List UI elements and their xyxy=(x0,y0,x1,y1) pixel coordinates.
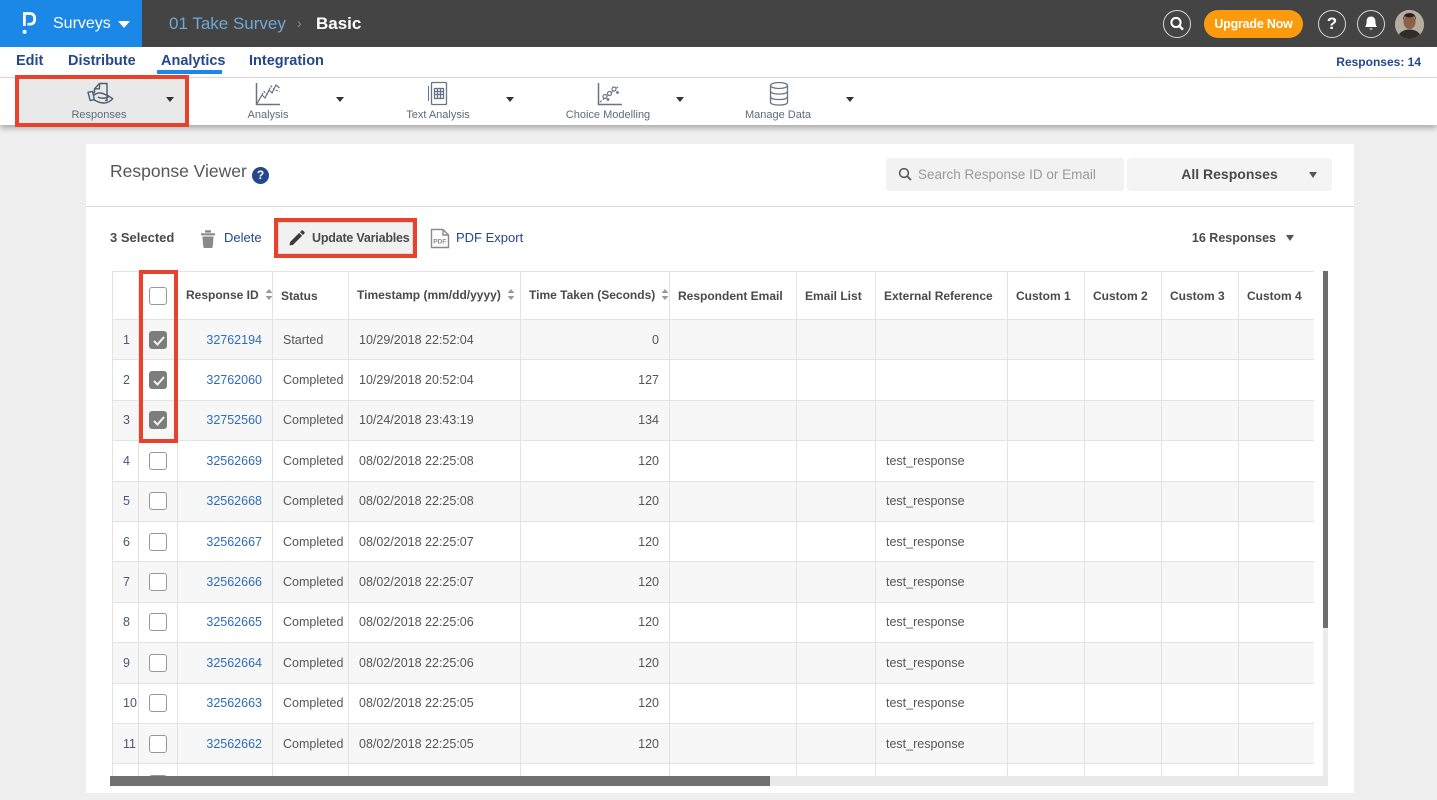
svg-text:PDF: PDF xyxy=(433,239,446,246)
